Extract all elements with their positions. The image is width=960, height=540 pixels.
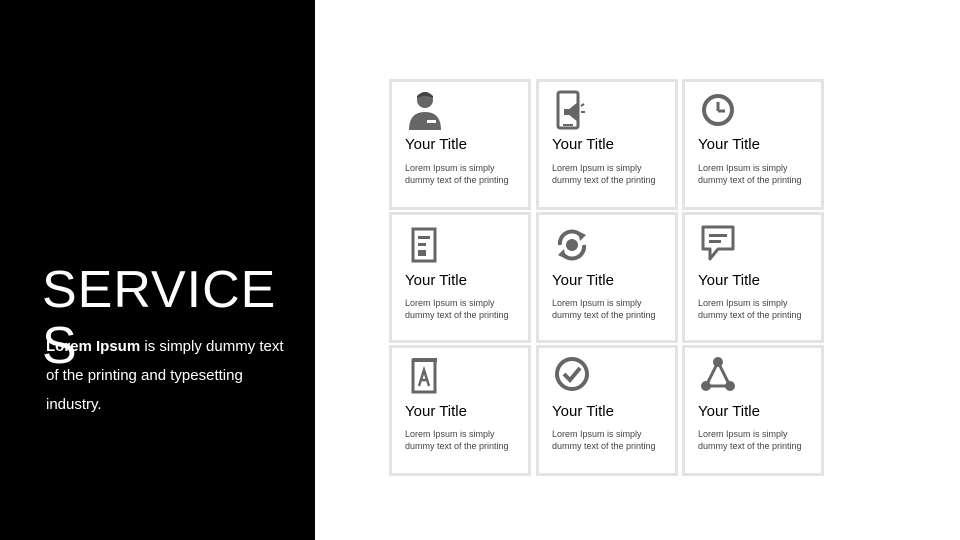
- card-title: Your Title: [552, 272, 614, 289]
- card-title: Your Title: [698, 136, 760, 153]
- card-text: Lorem Ipsum is simply dummy text of the …: [698, 429, 802, 451]
- card-text: Lorem Ipsum is simply dummy text of the …: [552, 429, 656, 451]
- service-card-5: Your Title Lorem Ipsum is simply dummy t…: [536, 212, 678, 343]
- document-icon: [405, 223, 445, 267]
- service-card-1: Your Title Lorem Ipsum is simply dummy t…: [389, 79, 531, 210]
- chat-icon: [698, 221, 738, 265]
- refresh-icon: [552, 223, 592, 267]
- card-title: Your Title: [552, 136, 614, 153]
- check-circle-icon: [552, 352, 592, 396]
- service-card-8: Your Title Lorem Ipsum is simply dummy t…: [536, 345, 678, 476]
- book-icon: [405, 352, 445, 396]
- service-card-3: Your Title Lorem Ipsum is simply dummy t…: [682, 79, 824, 210]
- mobile-megaphone-icon: [552, 88, 592, 132]
- card-text: Lorem Ipsum is simply dummy text of the …: [698, 298, 802, 320]
- service-card-7: Your Title Lorem Ipsum is simply dummy t…: [389, 345, 531, 476]
- card-title: Your Title: [552, 403, 614, 420]
- person-icon: [405, 88, 445, 132]
- card-title: Your Title: [405, 136, 467, 153]
- card-text: Lorem Ipsum is simply dummy text of the …: [552, 298, 656, 320]
- card-text: Lorem Ipsum is simply dummy text of the …: [698, 163, 802, 185]
- service-card-4: Your Title Lorem Ipsum is simply dummy t…: [389, 212, 531, 343]
- card-title: Your Title: [698, 272, 760, 289]
- card-text: Lorem Ipsum is simply dummy text of the …: [552, 163, 656, 185]
- service-card-9: Your Title Lorem Ipsum is simply dummy t…: [682, 345, 824, 476]
- card-title: Your Title: [698, 403, 760, 420]
- card-text: Lorem Ipsum is simply dummy text of the …: [405, 298, 509, 320]
- card-text: Lorem Ipsum is simply dummy text of the …: [405, 429, 509, 451]
- service-card-2: Your Title Lorem Ipsum is simply dummy t…: [536, 79, 678, 210]
- card-title: Your Title: [405, 272, 467, 289]
- slide-description: Lorem Ipsum is simply dummy text of the …: [46, 332, 286, 419]
- clock-icon: [698, 88, 738, 132]
- card-text: Lorem Ipsum is simply dummy text of the …: [405, 163, 509, 185]
- description-bold: Lorem Ipsum: [46, 338, 141, 355]
- share-nodes-icon: [698, 352, 738, 396]
- card-title: Your Title: [405, 403, 467, 420]
- service-card-6: Your Title Lorem Ipsum is simply dummy t…: [682, 212, 824, 343]
